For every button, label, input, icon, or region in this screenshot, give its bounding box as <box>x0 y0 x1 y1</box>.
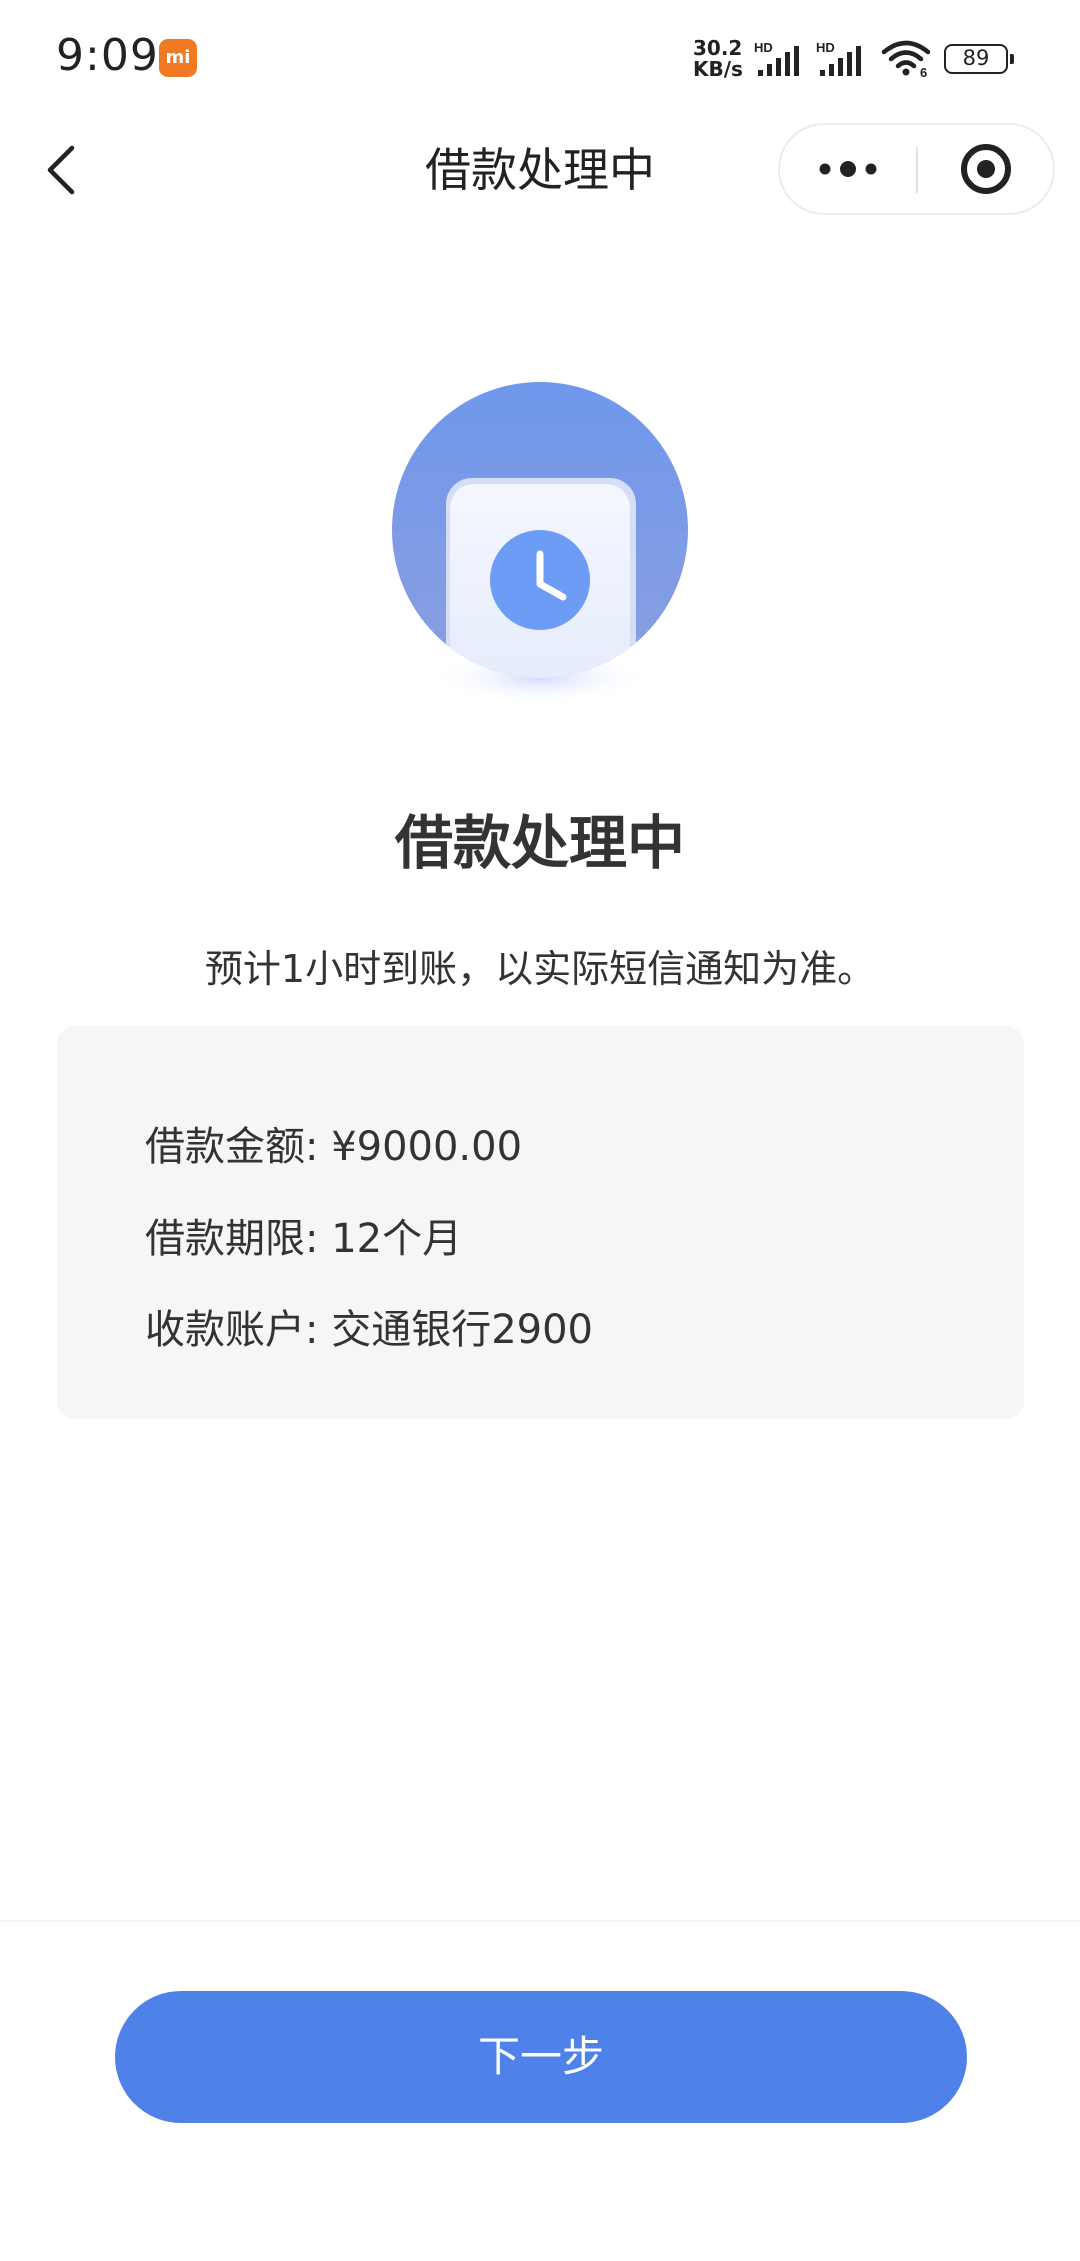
wifi-label: 6 <box>920 65 927 78</box>
status-time: 9:09 <box>56 30 159 81</box>
network-speed-unit: KB/s <box>693 57 743 81</box>
signal-hd-label: HD <box>754 40 773 55</box>
page: 9:09 mi 30.2 KB/s HD HD 6 89 借款处理中 借款处理中… <box>0 0 1080 2261</box>
bottom-divider <box>0 1920 1080 1922</box>
nav-bar: 借款处理中 <box>0 118 1080 222</box>
wifi-icon: 6 <box>881 40 931 78</box>
more-dots-icon[interactable] <box>780 125 916 213</box>
status-title: 借款处理中 <box>394 809 685 877</box>
clock-icon <box>392 382 688 704</box>
loan-amount: 借款金额: ¥9000.00 <box>145 1124 523 1170</box>
receiving-account: 收款账户: 交通银行2900 <box>145 1307 593 1353</box>
signal-icon: HD <box>816 40 861 76</box>
battery-icon: 89 <box>944 44 1014 74</box>
status-description: 预计1小时到账，以实际短信通知为准。 <box>204 947 876 991</box>
signal-icon: HD <box>754 40 799 76</box>
network-speed-value: 30.2 <box>693 36 743 60</box>
back-arrow-icon[interactable] <box>36 140 96 200</box>
status-bar: 9:09 mi 30.2 KB/s HD HD 6 89 <box>0 0 1080 118</box>
signal-hd-label: HD <box>816 40 835 55</box>
close-miniapp-icon[interactable] <box>918 125 1055 213</box>
mi-app-icon: mi <box>159 39 197 77</box>
loan-info-card: 借款金额: ¥9000.00 借款期限: 12个月 收款账户: 交通银行2900 <box>57 1026 1024 1419</box>
network-speed: 30.2 KB/s <box>693 38 753 80</box>
loan-term: 借款期限: 12个月 <box>145 1216 463 1262</box>
miniapp-capsule <box>778 123 1055 215</box>
next-step-button[interactable]: 下一步 <box>115 1991 967 2123</box>
